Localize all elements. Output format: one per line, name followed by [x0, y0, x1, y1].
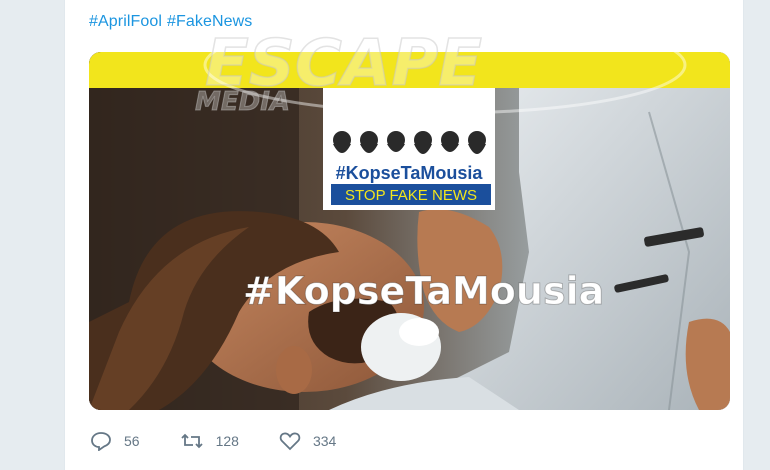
tweet-hashtags: #AprilFool #FakeNews — [89, 13, 257, 31]
barbershop-photo: #KopseTaMousia STOP FAKE NEWS #KopseTaMo… — [89, 52, 730, 410]
like-count: 334 — [312, 433, 337, 449]
logo-hashtag: #KopseTaMousia — [336, 163, 484, 183]
image-caption: #KopseTaMousia — [243, 269, 604, 313]
retweet-count: 128 — [215, 433, 239, 449]
reply-button[interactable]: 56 — [90, 431, 140, 451]
hashtag-link[interactable]: #FakeNews — [167, 13, 252, 30]
retweet-button[interactable]: 128 — [180, 431, 239, 451]
retweet-icon — [180, 433, 203, 449]
hashtag-link[interactable]: #AprilFool — [89, 13, 162, 30]
heart-icon — [279, 432, 301, 451]
logo-banner-text: STOP FAKE NEWS — [345, 187, 477, 204]
kopse-ta-mousia-logo: #KopseTaMousia STOP FAKE NEWS — [323, 88, 495, 210]
tweet-action-bar: 56 128 334 — [90, 428, 376, 454]
tweet-media-image[interactable]: #KopseTaMousia STOP FAKE NEWS #KopseTaMo… — [89, 52, 730, 410]
like-button[interactable]: 334 — [279, 431, 336, 451]
reply-count: 56 — [124, 433, 140, 449]
yellow-top-band — [89, 52, 730, 88]
reply-icon — [91, 432, 111, 451]
